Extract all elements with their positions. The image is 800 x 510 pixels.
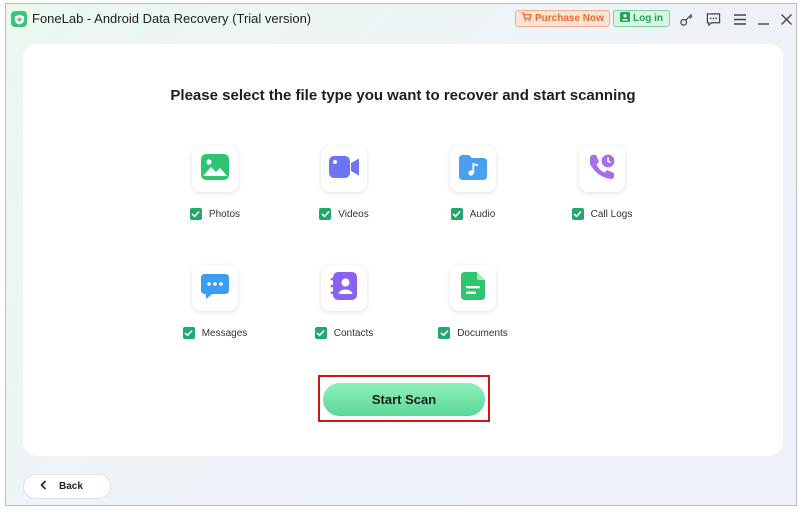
user-icon	[620, 12, 630, 25]
back-button[interactable]: Back	[23, 474, 111, 499]
file-type-call-logs[interactable]: Call Logs	[547, 146, 657, 236]
close-icon[interactable]	[778, 11, 794, 27]
purchase-now-button[interactable]: Purchase Now	[515, 10, 610, 27]
videos-icon	[328, 154, 360, 185]
documents-checkbox[interactable]	[438, 327, 451, 339]
log-in-label: Log in	[633, 13, 663, 24]
title-bar: FoneLab - Android Data Recovery (Trial v…	[6, 4, 796, 34]
messages-label: Messages	[201, 327, 248, 339]
messages-checkbox[interactable]	[182, 327, 195, 339]
call-logs-icon	[587, 152, 617, 187]
minimize-icon[interactable]	[755, 11, 771, 27]
audio-checkbox[interactable]	[450, 208, 463, 220]
back-label: Back	[59, 481, 83, 492]
file-type-messages[interactable]: Messages	[160, 265, 270, 355]
documents-icon	[460, 271, 486, 306]
file-type-audio[interactable]: Audio	[418, 146, 528, 236]
photos-icon	[200, 153, 230, 186]
photos-checkbox[interactable]	[189, 208, 202, 220]
log-in-button[interactable]: Log in	[613, 10, 670, 27]
call-logs-checkbox[interactable]	[571, 208, 584, 220]
menu-icon[interactable]	[732, 11, 748, 27]
feedback-icon[interactable]	[705, 11, 721, 27]
app-window: FoneLab - Android Data Recovery (Trial v…	[5, 3, 797, 506]
videos-label: Videos	[338, 208, 369, 220]
audio-label: Audio	[469, 208, 496, 220]
file-type-photos[interactable]: Photos	[160, 146, 270, 236]
file-type-panel: Please select the file type you want to …	[23, 44, 783, 456]
photos-label: Photos	[208, 208, 241, 220]
cart-icon	[521, 12, 533, 25]
start-scan-button[interactable]: Start Scan	[323, 383, 485, 416]
contacts-label: Contacts	[333, 327, 374, 339]
chevron-left-icon	[40, 480, 47, 493]
contacts-icon	[330, 271, 358, 306]
videos-checkbox[interactable]	[319, 208, 332, 220]
purchase-now-label: Purchase Now	[535, 13, 604, 24]
page-heading: Please select the file type you want to …	[170, 87, 636, 104]
call-logs-label: Call Logs	[590, 208, 633, 220]
audio-icon	[458, 153, 488, 186]
file-type-contacts[interactable]: Contacts	[289, 265, 399, 355]
file-type-videos[interactable]: Videos	[289, 146, 399, 236]
file-type-documents[interactable]: Documents	[418, 265, 528, 355]
shield-plus-icon	[11, 11, 27, 27]
messages-icon	[200, 272, 230, 305]
key-icon[interactable]	[678, 11, 694, 27]
documents-label: Documents	[457, 327, 508, 339]
app-title: FoneLab - Android Data Recovery (Trial v…	[32, 11, 312, 26]
contacts-checkbox[interactable]	[314, 327, 327, 339]
